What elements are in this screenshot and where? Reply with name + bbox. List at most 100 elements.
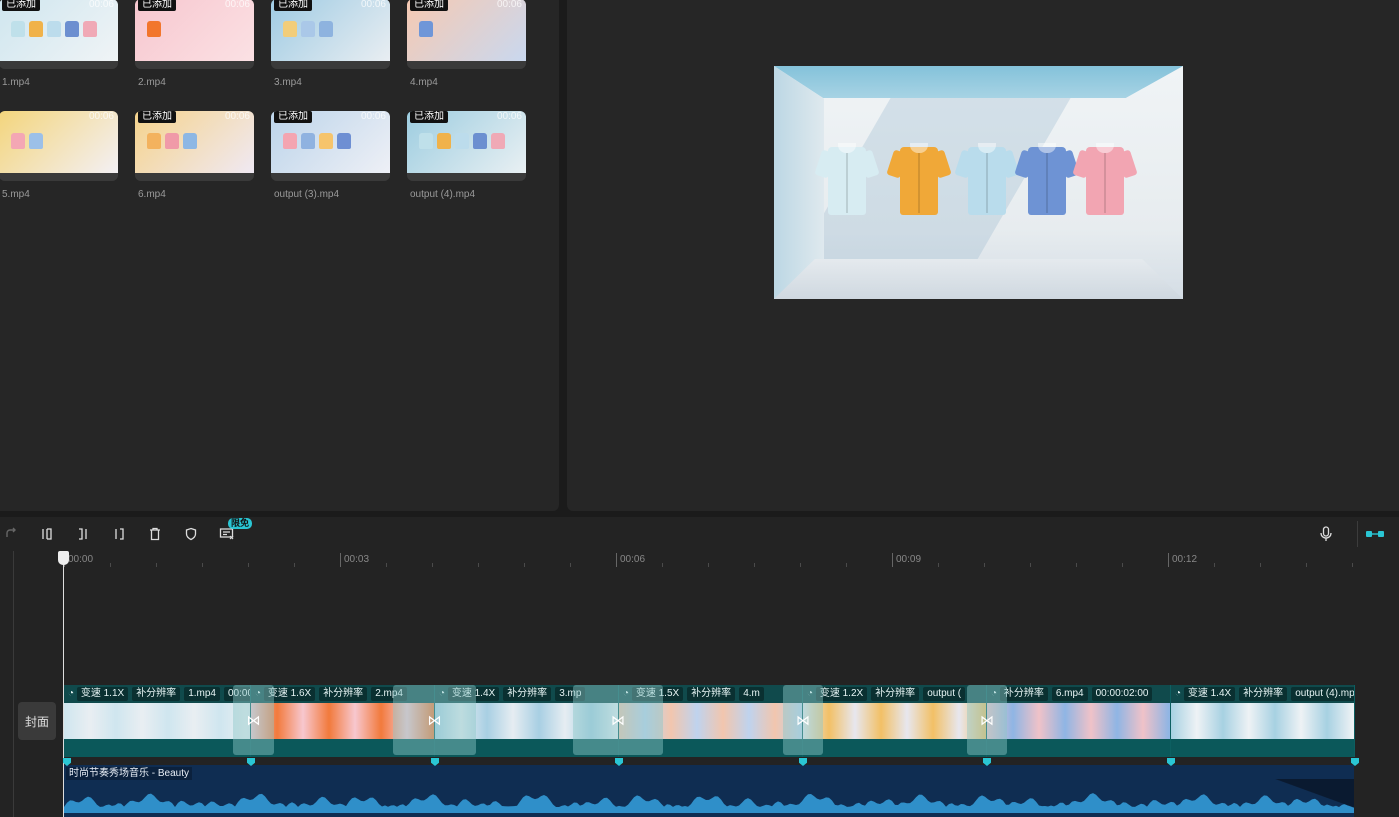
media-filename: output (4).mp4 xyxy=(410,189,476,200)
added-badge: 已添加 xyxy=(138,0,176,11)
video-clip[interactable]: ◔ 变速 1.1X补分辨率1.mp400:00:0 xyxy=(64,685,250,757)
media-thumbnail[interactable]: 已添加 00:06 xyxy=(271,0,390,69)
playhead-handle[interactable] xyxy=(58,551,69,565)
ruler-minor-tick xyxy=(662,563,663,567)
link-toggle-icon[interactable] xyxy=(1364,525,1386,543)
speed-icon: ◔ xyxy=(68,688,77,699)
ruler-minor-tick xyxy=(156,563,157,567)
thumbnail-shirts xyxy=(11,21,97,37)
shirt-shape xyxy=(419,21,433,37)
ruler-minor-tick xyxy=(1214,563,1215,567)
media-thumbnail[interactable]: 已添加 00:06 xyxy=(271,111,390,181)
preview-shirt xyxy=(1014,143,1080,215)
delete-icon[interactable] xyxy=(146,525,164,543)
shirt-placket xyxy=(986,153,988,213)
split-icon[interactable] xyxy=(38,525,56,543)
shirt-shape xyxy=(301,21,315,37)
media-filename: 5.mp4 xyxy=(2,189,30,200)
ruler-minor-tick xyxy=(800,563,801,567)
transition-block[interactable]: ⋈ xyxy=(783,685,823,755)
redo-icon[interactable] xyxy=(2,525,20,543)
shield-icon[interactable] xyxy=(182,525,200,543)
ruler-minor-tick xyxy=(984,563,985,567)
clip-tag: 补分辨率 xyxy=(871,687,920,701)
preview-shirt xyxy=(1072,143,1138,215)
trim-right-icon[interactable] xyxy=(110,525,128,543)
clip-frames xyxy=(1171,703,1354,739)
thumbnail-shirts xyxy=(147,133,197,149)
trim-left-icon[interactable] xyxy=(74,525,92,543)
transition-block[interactable]: ⋈ xyxy=(967,685,1007,755)
media-item[interactable]: 已添加 00:06 1.mp4 xyxy=(0,0,119,88)
thumbnail-strip xyxy=(0,61,118,69)
shirt-shape xyxy=(47,21,61,37)
transition-block[interactable]: ⋈ xyxy=(393,685,476,755)
preview-ceiling xyxy=(774,66,1183,98)
transition-block[interactable]: ⋈ xyxy=(573,685,663,755)
media-item[interactable]: 已添加 00:06 4.mp4 xyxy=(407,0,527,88)
media-filename: 4.mp4 xyxy=(410,77,438,88)
shirt-shape xyxy=(319,21,333,37)
timeline-area[interactable]: 00:00 00:03 00:06 00:09 00:12 封面 ◔ 变速 1.1X 补分… xyxy=(0,551,1399,817)
preview-panel xyxy=(567,0,1399,511)
clip-frames xyxy=(64,703,250,739)
clip-bottom xyxy=(1171,739,1354,757)
shirt-shape xyxy=(283,133,297,149)
media-filename: 2.mp4 xyxy=(138,77,166,88)
video-clip[interactable]: ◔ 变速 1.2X 补分辨率 output ( xyxy=(803,685,986,757)
shirt-shape xyxy=(437,133,451,149)
media-library-panel: 已添加 00:06 1.mp4 已添加 00:06 2.mp4 已添加 00:06 3.mp4 已… xyxy=(0,0,559,511)
media-thumbnail[interactable]: 已添加 00:06 xyxy=(0,0,118,69)
shirt-shape xyxy=(491,133,505,149)
media-item[interactable]: 00:06 5.mp4 xyxy=(0,111,119,200)
shirt-shape xyxy=(65,21,79,37)
media-duration: 00:06 xyxy=(88,0,114,10)
media-thumbnail[interactable]: 已添加 00:06 xyxy=(135,111,254,181)
playhead-line xyxy=(63,557,64,817)
clip-tag: 变速 1.1X xyxy=(76,687,129,701)
shirt-shape xyxy=(337,133,351,149)
thumbnail-strip xyxy=(407,61,526,69)
clip-tag: 补分辨率 xyxy=(503,687,552,701)
clip-bottom xyxy=(803,739,986,757)
video-clip[interactable]: ◔ 变速 1.4X 补分辨率 output (4).mp4 xyxy=(1171,685,1354,757)
video-clip[interactable]: ◔ 补分辨率 6.mp4 00:00:02:00 xyxy=(987,685,1170,757)
clip-tag: 1.mp4 xyxy=(184,687,220,701)
thumbnail-strip xyxy=(407,173,526,181)
ruler-minor-tick xyxy=(248,563,249,567)
media-item[interactable]: 已添加 00:06 output (4).mp4 xyxy=(407,111,527,200)
media-duration: 00:06 xyxy=(224,0,250,10)
media-thumbnail[interactable]: 已添加 00:06 xyxy=(135,0,254,69)
cover-button[interactable]: 封面 xyxy=(18,702,56,740)
media-thumbnail[interactable]: 00:06 xyxy=(0,111,118,181)
media-item[interactable]: 已添加 00:06 6.mp4 xyxy=(135,111,255,200)
media-item[interactable]: 已添加 00:06 output (3).mp4 xyxy=(271,111,391,200)
shirt-shape xyxy=(319,133,333,149)
clip-bottom xyxy=(987,739,1170,757)
time-ruler[interactable]: 00:00 00:03 00:06 00:09 00:12 xyxy=(60,551,1399,569)
media-item[interactable]: 已添加 00:06 2.mp4 xyxy=(135,0,255,88)
audio-track[interactable]: 时尚节奏秀场音乐 - Beauty xyxy=(64,765,1354,817)
preview-floor xyxy=(774,259,1183,299)
ruler-minor-tick xyxy=(294,563,295,567)
shirt-shape xyxy=(301,133,315,149)
media-item[interactable]: 已添加 00:06 3.mp4 xyxy=(271,0,391,88)
ruler-minor-tick xyxy=(938,563,939,567)
media-thumbnail[interactable]: 已添加 00:06 xyxy=(407,0,526,69)
ruler-tick-label: 00:12 xyxy=(1168,553,1197,567)
ruler-minor-tick xyxy=(202,563,203,567)
preview-video-frame[interactable] xyxy=(774,66,1183,299)
shirt-shape xyxy=(473,133,487,149)
thumbnail-shirts xyxy=(283,21,333,37)
shirt-shape xyxy=(183,133,197,149)
clip-header: ◔ 补分辨率 6.mp4 00:00:02:00 xyxy=(987,685,1170,703)
clip-tag: 补分辨率 xyxy=(132,687,181,701)
ruler-tick-label: 00:03 xyxy=(340,553,369,567)
preview-shirt xyxy=(954,143,1020,215)
clip-tag: output ( xyxy=(923,687,966,701)
transition-block[interactable]: ⋈ xyxy=(233,685,274,755)
media-filename: 3.mp4 xyxy=(274,77,302,88)
media-thumbnail[interactable]: 已添加 00:06 xyxy=(407,111,526,181)
shirt-placket xyxy=(918,153,920,213)
microphone-icon[interactable] xyxy=(1317,525,1335,543)
